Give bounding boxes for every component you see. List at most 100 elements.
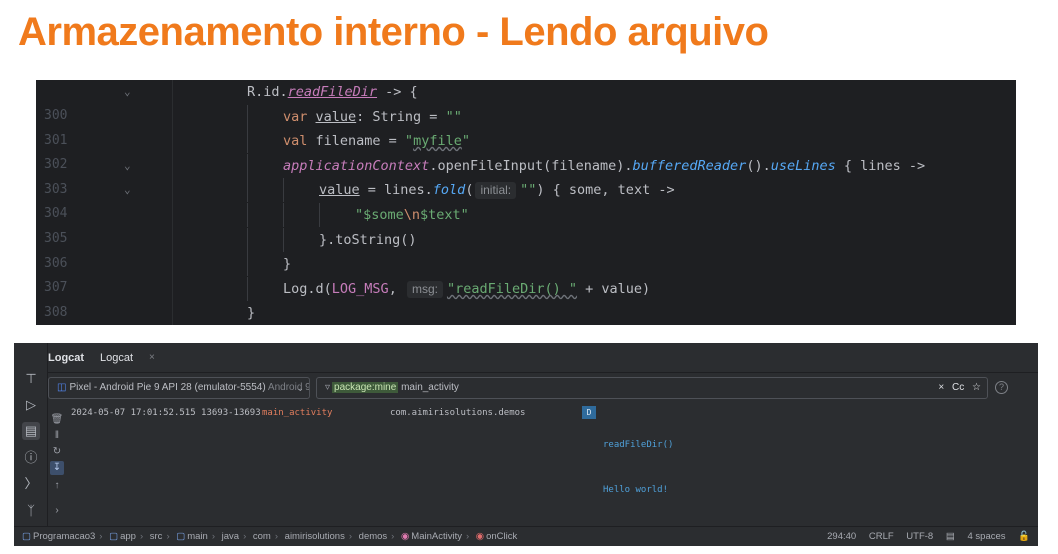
method-icon: ◉ — [475, 531, 485, 542]
indent-guide — [283, 178, 284, 202]
filter-value: main_activity — [398, 382, 459, 393]
indent-guide — [247, 178, 248, 202]
indent-guide — [247, 277, 248, 301]
run-icon[interactable]: ▷ — [22, 396, 40, 414]
breadcrumb-item[interactable]: app — [120, 531, 136, 542]
indent-guide — [247, 105, 248, 129]
ide-window: ⊤ ▷ ▤ ⓘ 〉 ᛉ Logcat Logcat × ◫ Pixel - And… — [14, 343, 1038, 546]
code-text: Log.d(LOG_MSG, msg: "readFileDir() " + va… — [283, 281, 651, 298]
code-text: value = lines.fold(initial: "") { some, t… — [319, 182, 675, 199]
log-message: readFileDir() Hello world! — [603, 440, 674, 495]
code-text: } — [247, 305, 256, 321]
breadcrumb-item[interactable]: src — [150, 531, 163, 542]
chevron-down-icon: ⌄ — [296, 383, 304, 393]
breadcrumb-item[interactable]: MainActivity — [411, 531, 462, 542]
device-selector[interactable]: ◫ Pixel - Android Pie 9 API 28 (emulator-… — [48, 377, 310, 399]
code-line[interactable]: 300 ⌄ R.id.readFileDir -> { — [36, 80, 1016, 123]
logcat-filter-input[interactable]: ▿ package:mine main_activity × Cc ☆ — [316, 377, 988, 399]
breadcrumb-item[interactable]: demos — [359, 531, 388, 542]
log-level-badge: D — [582, 406, 596, 419]
indent-guide — [319, 203, 320, 227]
code-line[interactable]: 307 } — [36, 252, 1016, 295]
device-name: Pixel - Android Pie 9 API 28 (emulator-5… — [69, 382, 266, 393]
breadcrumb-item[interactable]: aimirisolutions — [285, 531, 345, 542]
status-right: 294:40 CRLF UTF-8 ▤ 4 spaces 🔓 — [817, 527, 1030, 546]
breadcrumb-item[interactable]: com — [253, 531, 271, 542]
log-output[interactable]: 2024-05-07 17:01:52.515 13693-13693 main… — [70, 405, 1038, 525]
tool-window-title: Logcat — [48, 352, 85, 364]
logcat-actions: 🗑 ‖ ↻ ↧ ↑ › — [48, 405, 68, 525]
up-arrow-icon[interactable]: ↑ — [50, 479, 64, 493]
build-hammer-icon[interactable]: ⊤ — [22, 370, 40, 388]
code-text: var value: String = "" — [283, 109, 462, 125]
slide-title: Armazenamento interno - Lendo arquivo — [18, 10, 769, 54]
logcat-tabbar: Logcat Logcat × — [48, 343, 1038, 373]
parameter-hint: msg: — [406, 281, 443, 298]
indent-guide — [247, 154, 248, 178]
logcat-icon[interactable]: ▤ — [22, 422, 40, 440]
breadcrumb: ▢ Programacao3 › ▢ app › src › ▢ main › java › c… — [22, 531, 518, 542]
git-branch-icon[interactable]: ᛉ — [22, 502, 40, 520]
module-icon: ▢ — [22, 531, 31, 542]
fold-chevron-icon[interactable]: ⌄ — [124, 154, 131, 178]
lock-icon[interactable]: 🔓 — [1018, 531, 1030, 542]
favorite-filter-icon[interactable]: ☆ — [972, 382, 981, 393]
code-line[interactable]: 306 }.toString() — [36, 228, 1016, 271]
code-text: applicationContext.openFileInput(filenam… — [283, 158, 926, 174]
status-bar: ▢ Programacao3 › ▢ app › src › ▢ main › java › c… — [14, 526, 1038, 546]
indent-guide — [283, 203, 284, 227]
indent-setting[interactable]: 4 spaces — [967, 531, 1005, 542]
code-line[interactable]: 302 val filename = "myfile" — [36, 129, 1016, 172]
left-tool-strip: ⊤ ▷ ▤ ⓘ 〉 ᛉ — [14, 343, 48, 526]
indent-guide — [247, 203, 248, 227]
trash-icon[interactable]: 🗑 — [50, 413, 64, 427]
fold-chevron-icon[interactable]: ⌄ — [124, 178, 131, 202]
kotlin-class-icon: ◉ — [400, 531, 410, 542]
indent-guide — [283, 228, 284, 252]
code-editor[interactable]: 300 ⌄ R.id.readFileDir -> { 301 var valu… — [36, 80, 1016, 325]
line-separator[interactable]: CRLF — [869, 531, 894, 542]
match-case-toggle[interactable]: Cc — [952, 382, 964, 393]
problems-icon[interactable]: ⓘ — [22, 449, 40, 467]
code-line[interactable]: 308 Log.d(LOG_MSG, msg: "readFileDir() " … — [36, 277, 1016, 320]
code-line[interactable]: 304 ⌄ value = lines.fold(initial: "") { s… — [36, 178, 1016, 221]
code-line[interactable]: 305 "$some\n$text" — [36, 203, 1016, 246]
readonly-icon[interactable]: ▤ — [946, 531, 955, 542]
filter-icon: ▿ — [325, 382, 331, 393]
pause-icon[interactable]: ‖ — [50, 429, 64, 443]
terminal-icon[interactable]: 〉 — [22, 475, 40, 493]
help-icon[interactable]: ? — [995, 381, 1008, 394]
log-tag: main_activity — [262, 408, 333, 418]
breadcrumb-item[interactable]: onClick — [486, 531, 517, 542]
device-icon: ◫ — [57, 382, 67, 393]
code-line[interactable]: 301 var value: String = "" — [36, 105, 1016, 148]
indent-guide — [247, 129, 248, 153]
expand-chevron-icon[interactable]: › — [50, 504, 64, 518]
code-line[interactable]: 309 } — [36, 301, 1016, 325]
log-timestamp: 2024-05-07 17:01:52.515 13693-13693 — [71, 408, 261, 418]
folder-icon: ▢ — [176, 531, 186, 542]
code-text: val filename = "myfile" — [283, 133, 470, 149]
caret-position[interactable]: 294:40 — [827, 531, 856, 542]
code-text: "$some\n$text" — [355, 207, 469, 223]
indent-guide — [247, 228, 248, 252]
filter-key: package:mine — [332, 382, 399, 393]
tab-logcat[interactable]: Logcat — [100, 352, 133, 364]
code-text: } — [283, 256, 292, 272]
breadcrumb-item[interactable]: Programacao3 — [33, 531, 95, 542]
parameter-hint: initial: — [475, 182, 517, 199]
breadcrumb-item[interactable]: main — [187, 531, 208, 542]
scroll-to-end-icon[interactable]: ↧ — [50, 461, 64, 475]
log-package: com.aimirisolutions.demos — [390, 408, 526, 418]
code-line[interactable]: 303 ⌄ applicationContext.openFileInput(f… — [36, 154, 1016, 197]
breadcrumb-item[interactable]: java — [222, 531, 239, 542]
folder-icon: ▢ — [109, 531, 119, 542]
code-text: R.id.readFileDir -> { — [247, 84, 418, 100]
tab-close-icon[interactable]: × — [149, 352, 155, 363]
restart-icon[interactable]: ↻ — [50, 445, 64, 459]
file-encoding[interactable]: UTF-8 — [906, 531, 933, 542]
clear-filter-icon[interactable]: × — [938, 382, 944, 393]
fold-chevron-icon[interactable]: ⌄ — [124, 80, 131, 104]
code-text: }.toString() — [319, 232, 417, 248]
logcat-filterbar: ◫ Pixel - Android Pie 9 API 28 (emulator-… — [48, 377, 1038, 401]
